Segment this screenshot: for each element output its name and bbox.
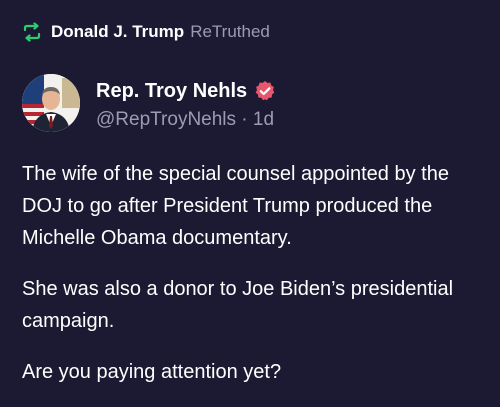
post-paragraph: The wife of the special counsel appointe… — [22, 163, 449, 249]
post-author: Rep. Troy Nehls @RepTroyNehls · 1d — [22, 74, 276, 132]
author-handle[interactable]: @RepTroyNehls — [96, 109, 236, 130]
post-timestamp[interactable]: 1d — [253, 109, 274, 130]
meta-separator: · — [241, 109, 248, 130]
post-paragraph: She was also a donor to Joe Biden’s pres… — [22, 278, 454, 332]
retruth-label: ReTruthed — [190, 22, 270, 41]
retruth-header: Donald J. Trump ReTruthed — [22, 20, 270, 44]
avatar[interactable] — [22, 74, 80, 132]
author-display-name[interactable]: Rep. Troy Nehls — [96, 80, 247, 103]
post-paragraph: Are you paying attention yet? — [22, 361, 282, 383]
author-meta: @RepTroyNehls · 1d — [96, 109, 276, 131]
retruth-user-link[interactable]: Donald J. Trump — [51, 22, 184, 42]
post-content: The wife of the special counsel appointe… — [22, 158, 484, 407]
retruth-icon — [22, 22, 42, 42]
verified-badge-icon — [254, 80, 276, 102]
avatar-photo — [22, 74, 80, 132]
